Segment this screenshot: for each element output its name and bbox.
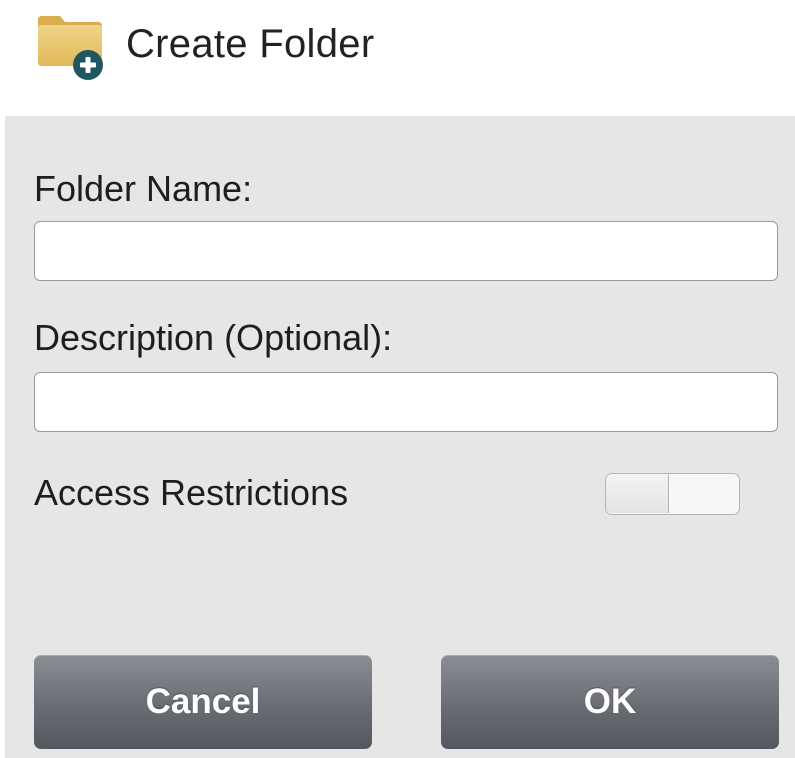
description-label: Description (Optional): bbox=[34, 317, 393, 358]
access-restrictions-toggle[interactable] bbox=[605, 473, 740, 515]
cancel-button[interactable]: Cancel bbox=[34, 655, 372, 749]
access-restrictions-label: Access Restrictions bbox=[34, 472, 349, 513]
dialog-title: Create Folder bbox=[126, 22, 375, 66]
dialog-header: Create Folder bbox=[0, 0, 795, 116]
folder-name-input[interactable] bbox=[34, 221, 778, 281]
folder-add-icon bbox=[36, 12, 108, 82]
ok-button[interactable]: OK bbox=[441, 655, 779, 749]
description-input[interactable] bbox=[34, 372, 778, 432]
create-folder-dialog: Create Folder Folder Name: Description (… bbox=[0, 0, 795, 758]
toggle-knob[interactable] bbox=[606, 474, 669, 513]
folder-name-label: Folder Name: bbox=[34, 168, 253, 209]
